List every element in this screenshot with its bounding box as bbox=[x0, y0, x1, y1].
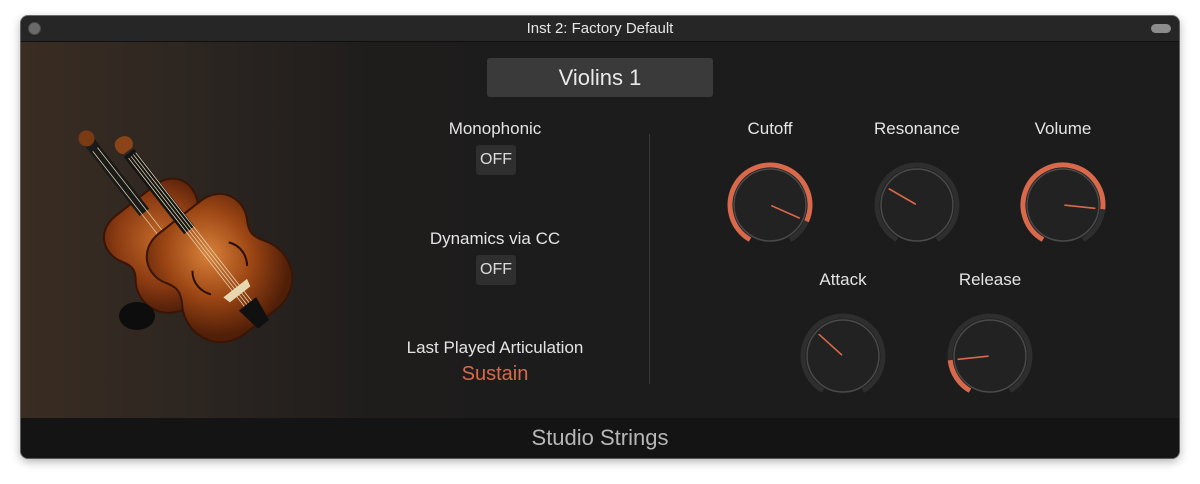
violin-image bbox=[78, 130, 294, 344]
knob-body bbox=[1026, 168, 1100, 242]
monophonic-label: Monophonic bbox=[448, 119, 542, 138]
articulation-label: Last Played Articulation bbox=[406, 338, 584, 357]
knob-body bbox=[880, 168, 954, 242]
dynamics-label: Dynamics via CC bbox=[429, 229, 561, 248]
monophonic-toggle[interactable]: OFF bbox=[476, 145, 516, 175]
volume-knob[interactable] bbox=[1015, 157, 1111, 253]
articulation-value: Sustain bbox=[461, 363, 529, 385]
release-label: Release bbox=[958, 270, 1022, 289]
window-title: Inst 2: Factory Default bbox=[526, 20, 674, 37]
release-knob[interactable] bbox=[942, 308, 1038, 404]
cutoff-label: Cutoff bbox=[747, 119, 793, 138]
window-options-button[interactable] bbox=[1151, 24, 1171, 33]
resonance-label: Resonance bbox=[873, 119, 960, 138]
title-bar: Inst 2: Factory Default bbox=[21, 16, 1179, 42]
attack-knob[interactable] bbox=[795, 308, 891, 404]
product-name: Studio Strings bbox=[21, 418, 1179, 458]
knob-body bbox=[953, 319, 1027, 393]
divider bbox=[649, 134, 650, 384]
knob-body bbox=[806, 319, 880, 393]
plugin-window: Inst 2: Factory Default Violins 1 Monoph… bbox=[21, 16, 1179, 458]
cutoff-knob[interactable] bbox=[722, 157, 818, 253]
knob-body bbox=[733, 168, 807, 242]
dynamics-toggle[interactable]: OFF bbox=[476, 255, 516, 285]
preset-name-display[interactable]: Violins 1 bbox=[487, 58, 713, 97]
resonance-knob[interactable] bbox=[869, 157, 965, 253]
attack-label: Attack bbox=[819, 270, 867, 289]
instrument-panel: Violins 1 Monophonic OFF Dynamics via CC… bbox=[21, 42, 1179, 418]
volume-label: Volume bbox=[1034, 119, 1092, 138]
